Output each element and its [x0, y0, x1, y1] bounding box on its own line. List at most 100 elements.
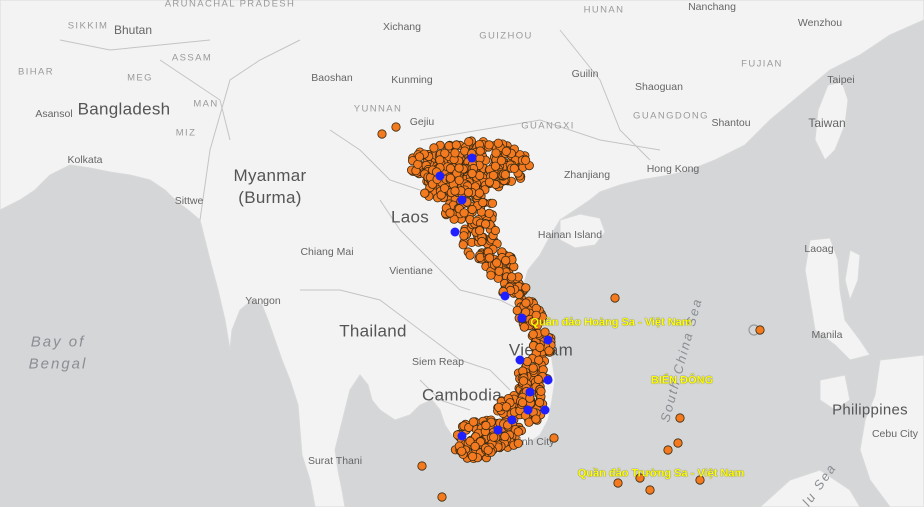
marker-layer[interactable]	[0, 0, 924, 507]
site-marker[interactable]	[477, 236, 487, 247]
site-marker[interactable]	[451, 140, 461, 150]
site-marker[interactable]	[445, 208, 455, 218]
site-marker[interactable]	[513, 427, 523, 437]
site-marker[interactable]	[513, 438, 523, 448]
site-marker[interactable]	[445, 173, 455, 183]
site-marker[interactable]	[459, 231, 469, 241]
site-marker[interactable]	[533, 374, 543, 385]
site-marker[interactable]	[454, 163, 464, 173]
site-marker[interactable]	[501, 402, 511, 412]
site-marker[interactable]	[528, 329, 538, 339]
site-marker[interactable]	[459, 208, 469, 218]
site-marker[interactable]	[467, 168, 477, 179]
site-marker[interactable]	[491, 148, 501, 158]
site-marker[interactable]	[470, 441, 480, 451]
site-marker[interactable]	[478, 197, 488, 208]
site-marker[interactable]	[544, 346, 554, 356]
site-marker[interactable]	[501, 146, 511, 156]
site-marker[interactable]	[391, 122, 401, 132]
site-marker[interactable]	[450, 186, 460, 196]
annotation-truong-sa: Quần đảo Trường Sa - Việt Nam	[577, 467, 745, 480]
site-marker[interactable]	[484, 177, 494, 187]
highlight-marker[interactable]	[515, 355, 525, 365]
site-marker[interactable]	[413, 159, 423, 169]
site-marker[interactable]	[467, 204, 477, 215]
site-marker[interactable]	[673, 438, 683, 448]
site-marker[interactable]	[480, 219, 491, 229]
site-marker[interactable]	[519, 322, 529, 332]
site-marker[interactable]	[675, 413, 685, 423]
highlight-marker[interactable]	[540, 405, 550, 415]
site-marker[interactable]	[540, 327, 550, 337]
site-marker[interactable]	[475, 146, 485, 156]
site-marker[interactable]	[414, 152, 425, 162]
site-marker[interactable]	[520, 155, 531, 165]
site-marker[interactable]	[610, 293, 620, 303]
site-marker[interactable]	[467, 451, 478, 461]
site-marker[interactable]	[464, 137, 474, 147]
site-marker[interactable]	[492, 258, 502, 268]
site-marker[interactable]	[420, 188, 430, 198]
highlight-marker[interactable]	[493, 425, 503, 435]
site-marker[interactable]	[487, 198, 498, 208]
highlight-marker[interactable]	[507, 415, 517, 425]
site-marker[interactable]	[522, 356, 532, 367]
highlight-marker[interactable]	[543, 375, 553, 385]
site-marker[interactable]	[437, 492, 447, 502]
site-marker[interactable]	[517, 397, 528, 408]
site-marker[interactable]	[496, 156, 506, 166]
site-marker[interactable]	[494, 402, 504, 412]
annotation-hoang-sa: Quần đảo Hoàng Sa - Việt Nam	[530, 316, 692, 329]
site-marker[interactable]	[474, 188, 484, 198]
site-marker[interactable]	[377, 129, 387, 139]
site-marker[interactable]	[475, 171, 485, 181]
site-marker[interactable]	[518, 376, 529, 386]
site-marker[interactable]	[521, 298, 531, 308]
highlight-marker[interactable]	[457, 195, 467, 205]
site-marker[interactable]	[663, 445, 673, 455]
highlight-marker[interactable]	[450, 227, 460, 237]
highlight-marker[interactable]	[517, 313, 527, 323]
site-marker[interactable]	[454, 175, 464, 185]
site-marker[interactable]	[417, 461, 427, 471]
highlight-marker[interactable]	[523, 405, 533, 415]
site-marker[interactable]	[512, 305, 522, 316]
site-marker[interactable]	[483, 445, 493, 455]
highlight-marker[interactable]	[525, 387, 535, 397]
site-marker[interactable]	[490, 225, 500, 236]
highlight-marker[interactable]	[467, 153, 477, 163]
site-marker[interactable]	[613, 478, 623, 488]
site-marker[interactable]	[474, 226, 485, 236]
site-marker[interactable]	[500, 431, 510, 442]
site-marker[interactable]	[457, 446, 467, 456]
map-canvas[interactable]: ARUNACHAL PRADESH HUNAN GUIZHOU FUJIAN Y…	[0, 0, 924, 507]
site-marker[interactable]	[458, 240, 468, 250]
site-marker[interactable]	[534, 397, 545, 408]
site-marker[interactable]	[484, 253, 495, 263]
site-marker[interactable]	[549, 433, 559, 443]
highlight-marker[interactable]	[543, 335, 553, 345]
site-marker[interactable]	[465, 250, 475, 260]
highlight-marker[interactable]	[435, 171, 445, 181]
site-marker[interactable]	[463, 187, 474, 198]
site-marker[interactable]	[535, 342, 545, 353]
site-marker[interactable]	[450, 148, 460, 158]
site-marker[interactable]	[531, 414, 541, 424]
site-marker[interactable]	[755, 325, 765, 335]
site-marker[interactable]	[484, 208, 494, 218]
site-marker[interactable]	[468, 417, 478, 427]
site-marker[interactable]	[500, 170, 510, 180]
site-marker[interactable]	[536, 386, 546, 396]
site-marker[interactable]	[645, 485, 655, 495]
site-marker[interactable]	[494, 266, 504, 276]
site-marker[interactable]	[509, 163, 519, 173]
site-marker[interactable]	[435, 155, 445, 165]
site-marker[interactable]	[493, 138, 503, 148]
site-marker[interactable]	[481, 420, 491, 431]
highlight-marker[interactable]	[500, 291, 510, 301]
site-marker[interactable]	[486, 270, 496, 280]
site-marker[interactable]	[521, 283, 531, 293]
site-marker[interactable]	[507, 272, 517, 282]
site-marker[interactable]	[484, 140, 494, 150]
highlight-marker[interactable]	[457, 431, 467, 441]
